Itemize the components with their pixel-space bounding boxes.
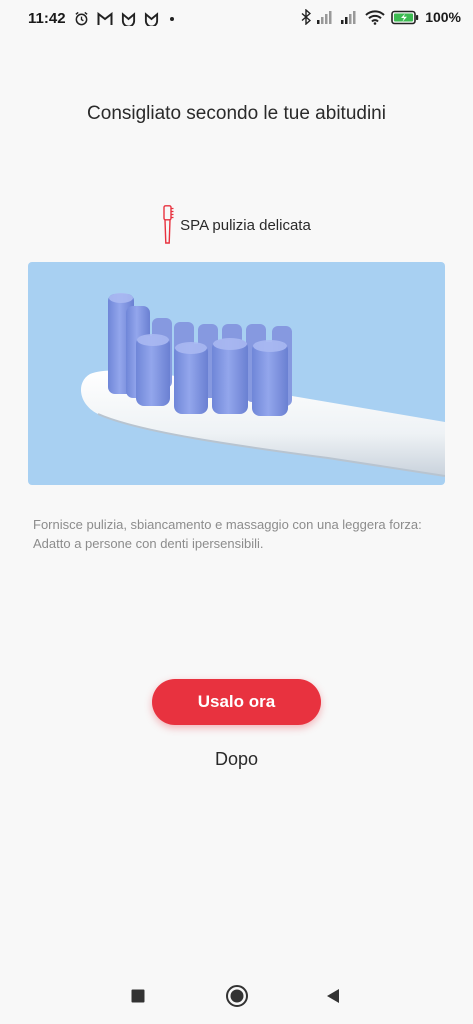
gmail-icon (97, 11, 113, 25)
system-icons: 100% (301, 9, 461, 25)
mode-description: Fornisce pulizia, sbiancamento e massagg… (33, 517, 422, 551)
mode-label: SPA pulizia delicata (180, 216, 311, 234)
toothbrush-image (28, 262, 445, 485)
mi-app-icon (121, 11, 136, 26)
brush-mode: SPA pulizia delicata (0, 205, 473, 245)
home-circle-icon (226, 985, 248, 1007)
home-button[interactable] (223, 982, 251, 1010)
recents-button[interactable] (124, 982, 152, 1010)
use-now-button[interactable]: Usalo ora (152, 679, 321, 725)
wifi-icon (365, 9, 385, 25)
later-button[interactable]: Dopo (180, 745, 293, 773)
alarm-icon (75, 11, 88, 26)
battery-percentage: 100% (425, 9, 461, 25)
page-title: Consigliato secondo le tue abitudini (87, 103, 386, 124)
bluetooth-icon (301, 9, 312, 25)
notification-icons (74, 11, 177, 26)
signal-icon (341, 11, 356, 24)
navigation-bar (0, 968, 473, 1024)
signal-icon (317, 11, 332, 24)
back-triangle-icon (327, 989, 339, 1003)
status-bar: 11:42 100% (0, 0, 473, 38)
toothbrush-head-icon (163, 205, 174, 244)
back-button[interactable] (319, 982, 347, 1010)
dot-icon (170, 16, 174, 21)
status-time: 11:42 (28, 10, 66, 27)
recents-square-icon (131, 989, 145, 1003)
battery-charging-icon (391, 10, 419, 24)
mi-app-icon (144, 11, 159, 26)
